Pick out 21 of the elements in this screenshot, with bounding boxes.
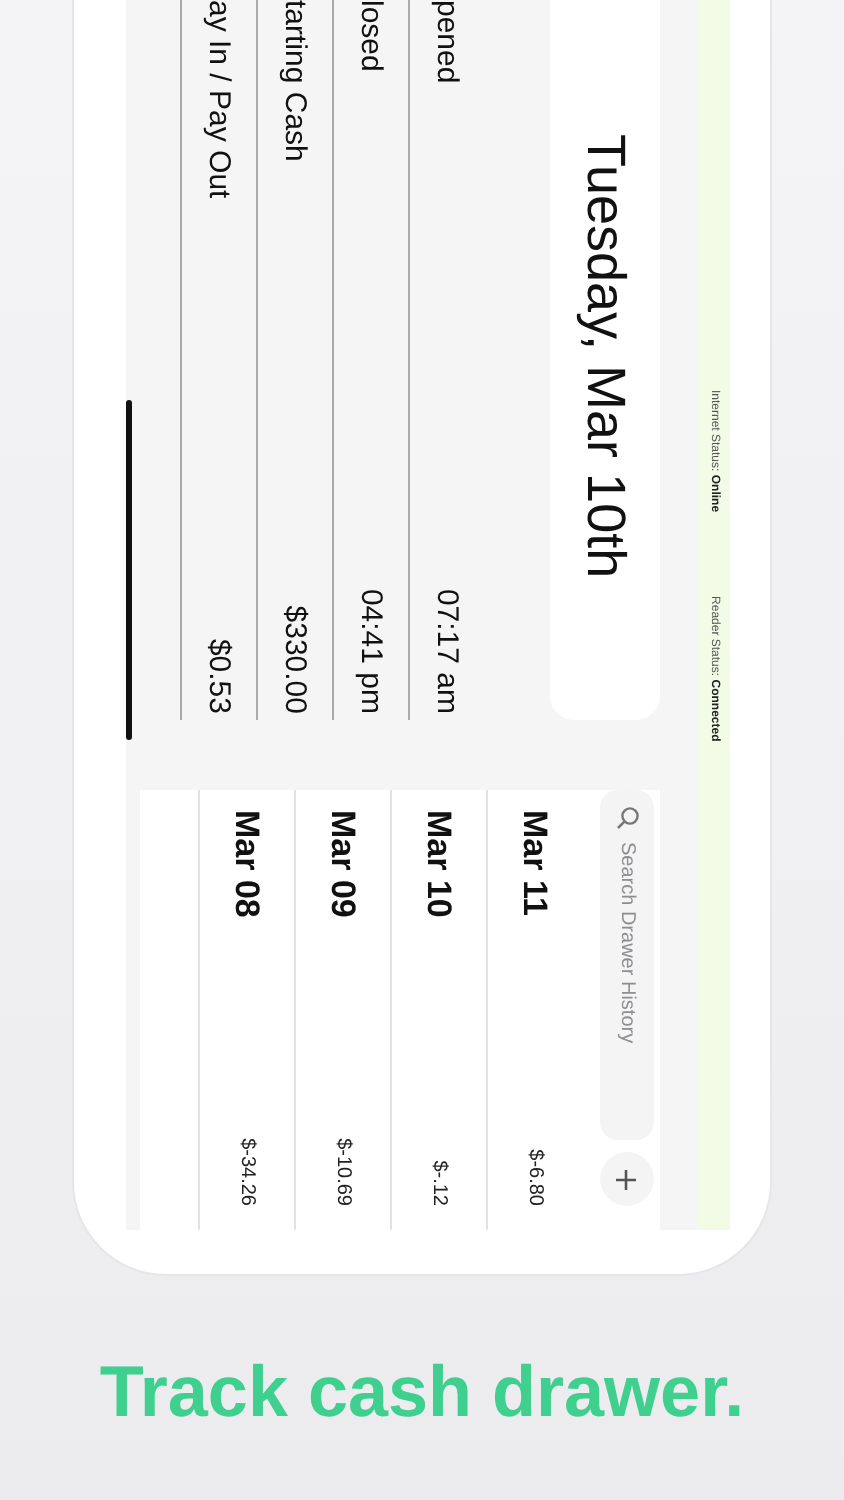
row-value: $330.00	[278, 605, 312, 714]
plus-icon	[617, 1169, 637, 1189]
row-label: tarting Cash	[278, 0, 312, 162]
history-date[interactable]: Mar 08	[227, 810, 267, 918]
history-amount: $-6.80	[524, 1149, 546, 1206]
history-date[interactable]: Mar 11	[515, 810, 555, 916]
date-title: Tuesday, Mar 10th	[574, 134, 636, 579]
history-date[interactable]: Mar 10	[419, 810, 459, 918]
row-label: pened	[430, 0, 464, 84]
history-amount: $-.12	[428, 1160, 450, 1206]
row-label: losed	[354, 0, 388, 72]
add-button[interactable]	[600, 1152, 654, 1206]
row-value: 07:17 am	[430, 588, 464, 714]
row-value: $0.53	[202, 638, 236, 714]
history-amount: $-34.26	[236, 1138, 258, 1206]
search-field[interactable]: Search Drawer History	[600, 790, 654, 1140]
row-value: 04:41 pm	[354, 588, 388, 714]
history-amount: $-10.69	[332, 1138, 354, 1206]
headline: Track cash drawer.	[97, 1350, 747, 1434]
history-date[interactable]: Mar 09	[323, 810, 363, 918]
row-label: ay In / Pay Out	[202, 0, 236, 199]
